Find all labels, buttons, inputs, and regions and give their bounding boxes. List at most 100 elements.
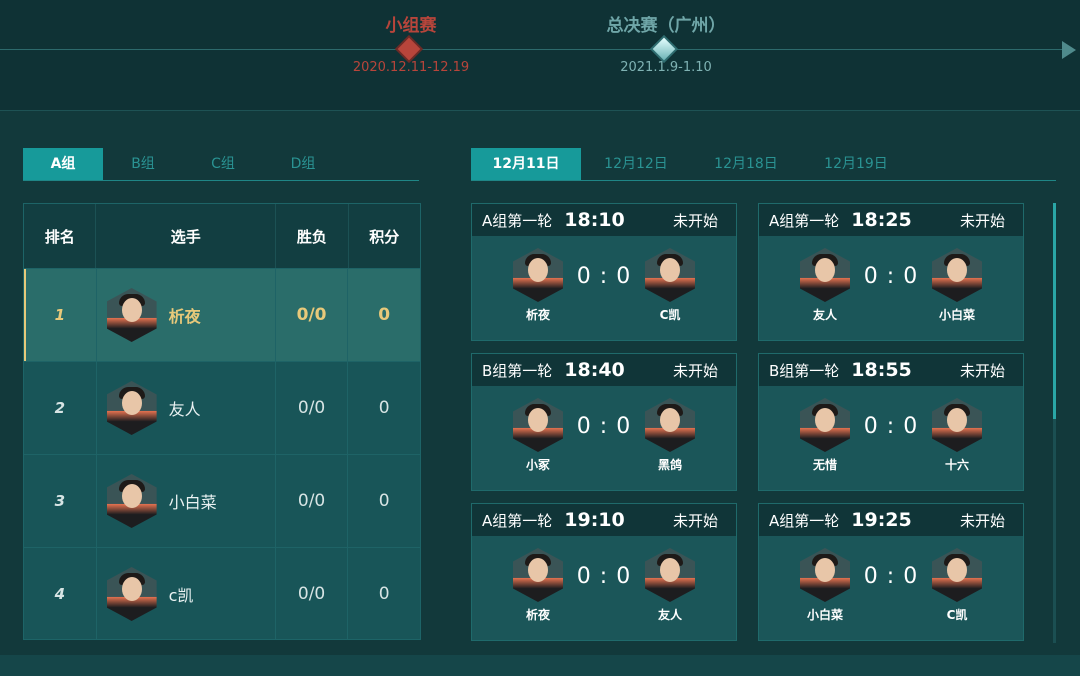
avatar [106,381,157,435]
player-cell: c凯 [97,548,276,640]
match-header: B组第一轮 18:40 未开始 [472,354,736,386]
match-round: A组第一轮 [769,511,840,530]
avatar [932,548,982,602]
match-player-name: 友人 [657,608,682,622]
avatar [932,398,982,452]
match-status: 未开始 [672,211,718,230]
match-card[interactable]: A组第一轮 18:10 未开始 析夜 0 : 0 C凯 [471,203,737,341]
match-player-name: 析夜 [525,608,550,622]
avatar [932,248,982,302]
player-name: 小白菜 [168,493,217,512]
avatar [800,548,850,602]
stage-date: 2021.1.9-1.10 [620,60,712,75]
rank-cell: 3 [24,455,97,547]
match-player: 小白菜 [927,248,987,323]
rank-cell: 4 [24,548,97,640]
match-player-name: 小白菜 [806,608,843,622]
header-player: 选手 [96,204,277,268]
match-player-name: 无惜 [812,458,837,472]
match-card[interactable]: B组第一轮 18:40 未开始 小冢 0 : 0 黑鸽 [471,353,737,491]
standings-table: 排名 选手 胜负 积分 1 析夜 0/0 0 2 友人 0/0 0 3 小白菜 … [23,203,421,640]
match-body: 析夜 0 : 0 C凯 [472,236,736,340]
stage-final[interactable]: 总决赛（广州） 2021.1.9-1.10 [566,0,766,75]
match-score: 0 : 0 [863,564,919,589]
match-score: 0 : 0 [576,414,632,439]
player-cell: 析夜 [97,269,276,361]
match-card[interactable]: A组第一轮 19:25 未开始 小白菜 0 : 0 C凯 [758,503,1024,641]
avatar [800,398,850,452]
player-name: 析夜 [168,307,201,326]
match-body: 小冢 0 : 0 黑鸽 [472,386,736,490]
date-tabs: 12月11日 12月12日 12月18日 12月19日 [471,148,1056,181]
match-list-scrollbar[interactable] [1053,203,1056,643]
match-player: 析夜 [508,548,568,623]
match-body: 析夜 0 : 0 友人 [472,536,736,640]
match-player-name: 十六 [944,458,969,472]
match-player-name: 小白菜 [938,308,975,322]
tab-group-d[interactable]: D组 [263,148,343,180]
tab-date-1218[interactable]: 12月18日 [691,148,801,180]
header-wl: 胜负 [276,204,349,268]
match-player: 小白菜 [795,548,855,623]
tab-group-b[interactable]: B组 [103,148,183,180]
match-player-name: C凯 [946,608,968,622]
tab-group-a[interactable]: A组 [23,148,103,180]
match-header: A组第一轮 18:25 未开始 [759,204,1023,236]
points-cell: 0 [378,398,390,418]
wl-cell: 0/0 [276,455,349,547]
match-body: 小白菜 0 : 0 C凯 [759,536,1023,640]
timeline-line [0,49,1066,50]
stage-diamond-icon [397,37,421,61]
avatar [106,474,157,528]
match-header: A组第一轮 19:10 未开始 [472,504,736,536]
match-score: 0 : 0 [863,414,919,439]
match-status: 未开始 [959,211,1005,230]
match-score: 0 : 0 [576,264,632,289]
table-row: 2 友人 0/0 0 [24,361,420,454]
avatar [106,288,157,342]
avatar [513,398,563,452]
avatar [513,248,563,302]
header-rank: 排名 [24,204,97,268]
match-round: B组第一轮 [769,361,840,380]
points-cell: 0 [378,491,390,511]
match-player-name: 析夜 [525,308,550,322]
scrollbar-thumb[interactable] [1053,203,1056,419]
tab-date-1219[interactable]: 12月19日 [801,148,911,180]
stage-date: 2020.12.11-12.19 [352,60,470,75]
match-card[interactable]: A组第一轮 18:25 未开始 友人 0 : 0 小白菜 [758,203,1024,341]
avatar [645,548,695,602]
footer-strip [0,655,1080,676]
match-card[interactable]: A组第一轮 19:10 未开始 析夜 0 : 0 友人 [471,503,737,641]
match-player: 小冢 [508,398,568,473]
wl-cell: 0/0 [276,548,349,640]
match-player-name: 黑鸽 [657,458,682,472]
match-time: 18:10 [564,209,625,231]
match-player: 十六 [927,398,987,473]
standings-header: 排名 选手 胜负 积分 [24,204,420,268]
stage-group[interactable]: 小组赛 2020.12.11-12.19 [311,0,511,75]
tab-date-1212[interactable]: 12月12日 [581,148,691,180]
match-header: A组第一轮 18:10 未开始 [472,204,736,236]
table-row: 3 小白菜 0/0 0 [24,454,420,547]
avatar [513,548,563,602]
match-round: B组第一轮 [482,361,553,380]
match-player: C凯 [927,548,987,623]
points-cell: 0 [378,584,390,604]
player-cell: 小白菜 [97,455,276,547]
match-header: B组第一轮 18:55 未开始 [759,354,1023,386]
table-row: 1 析夜 0/0 0 [24,268,420,361]
timeline-arrow-icon [1062,41,1076,59]
match-player: 黑鸽 [640,398,700,473]
match-card[interactable]: B组第一轮 18:55 未开始 无惜 0 : 0 十六 [758,353,1024,491]
match-status: 未开始 [672,511,718,530]
match-status: 未开始 [672,361,718,380]
tab-group-c[interactable]: C组 [183,148,263,180]
match-round: A组第一轮 [482,511,553,530]
match-body: 友人 0 : 0 小白菜 [759,236,1023,340]
tab-date-1211[interactable]: 12月11日 [471,148,581,180]
match-status: 未开始 [959,361,1005,380]
group-tabs: A组 B组 C组 D组 [23,148,419,181]
stage-name: 小组赛 [385,16,437,36]
match-player: 友人 [640,548,700,623]
